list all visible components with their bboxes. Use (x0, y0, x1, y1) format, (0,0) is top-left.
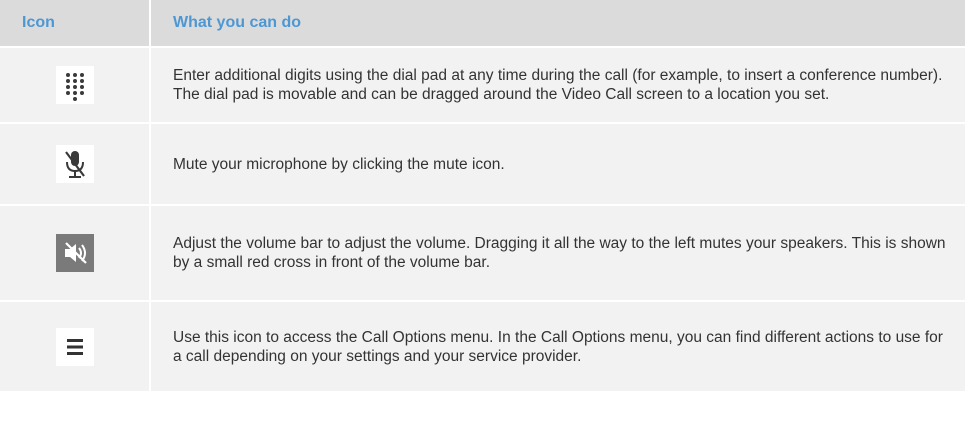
mute-microphone-icon (55, 145, 94, 183)
table-row: Use this icon to access the Call Options… (0, 300, 965, 391)
icon-cell (0, 204, 151, 301)
table-row: Mute your microphone by clicking the mut… (0, 122, 965, 205)
icon-column-header: Icon (0, 0, 151, 47)
dialpad-icon (55, 66, 94, 104)
icon-cell (0, 46, 151, 123)
table-row: Enter additional digits using the dial p… (0, 46, 965, 123)
description-cell: Use this icon to access the Call Options… (150, 300, 965, 391)
description-column-header: What you can do (150, 0, 965, 47)
speaker-muted-icon (55, 234, 94, 272)
call-options-menu-icon (55, 327, 94, 366)
icon-cell (0, 300, 151, 391)
description-cell: Enter additional digits using the dial p… (150, 46, 965, 123)
description-cell: Mute your microphone by clicking the mut… (150, 122, 965, 205)
table-row: Adjust the volume bar to adjust the volu… (0, 204, 965, 301)
icon-reference-table: Icon What you can do Enter additional di… (0, 0, 965, 391)
icon-cell (0, 122, 151, 205)
table-header-row: Icon What you can do (0, 0, 965, 47)
description-cell: Adjust the volume bar to adjust the volu… (150, 204, 965, 301)
